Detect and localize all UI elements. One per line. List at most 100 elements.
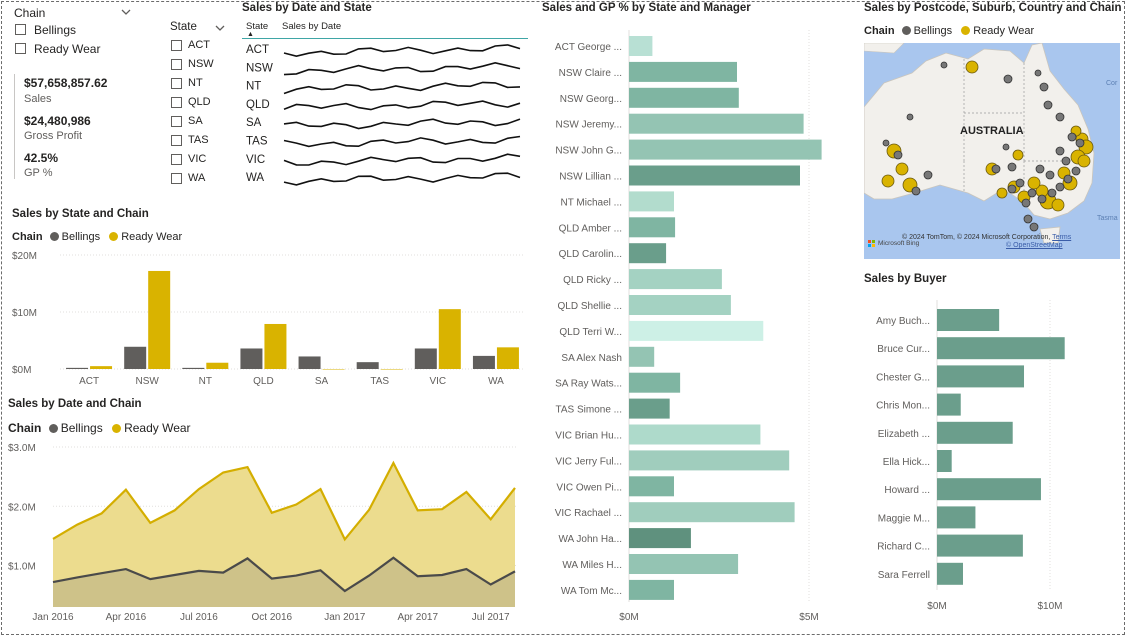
map-point-bellings[interactable] <box>1034 69 1042 77</box>
map-point-bellings[interactable] <box>1045 170 1055 180</box>
map-point-bellings[interactable] <box>1055 182 1065 192</box>
manager-bar[interactable] <box>629 424 761 445</box>
map-point-readywear[interactable] <box>965 60 979 74</box>
map-point-bellings[interactable] <box>1067 132 1077 142</box>
legend-bellings[interactable]: Bellings <box>914 25 953 37</box>
buyer-bar[interactable] <box>937 534 1023 557</box>
buyer-bar[interactable] <box>937 506 976 529</box>
manager-bar[interactable] <box>629 476 674 497</box>
map-point-readywear[interactable] <box>881 174 895 188</box>
map-canvas[interactable] <box>864 43 1120 259</box>
bar-tas-readywear[interactable] <box>380 369 403 370</box>
map-view[interactable]: AUSTRALIA Cor Tasma Microsoft Bing © 202… <box>864 43 1120 259</box>
manager-bar[interactable] <box>629 139 822 160</box>
bar-nt-readywear[interactable] <box>206 362 229 369</box>
map-terms-link[interactable]: Terms <box>1052 234 1071 241</box>
bar-vic-readywear[interactable] <box>438 309 461 369</box>
buyer-bar[interactable] <box>937 478 1041 501</box>
map-point-bellings[interactable] <box>1055 112 1065 122</box>
bar-nsw-bellings[interactable] <box>124 346 147 369</box>
chevron-down-icon[interactable] <box>120 5 132 23</box>
bar-wa-bellings[interactable] <box>472 355 495 369</box>
state-option-sa[interactable]: SA <box>188 115 203 127</box>
manager-bar[interactable] <box>629 36 653 56</box>
map-point-bellings[interactable] <box>1075 138 1085 148</box>
manager-bar[interactable] <box>629 295 731 315</box>
manager-bar[interactable] <box>629 269 722 290</box>
buyer-bar[interactable] <box>937 393 961 416</box>
state-option-vic[interactable]: VIC <box>188 153 206 165</box>
map-point-bellings[interactable] <box>1043 100 1053 110</box>
bar-qld-bellings[interactable] <box>240 348 263 369</box>
bar-act-bellings[interactable] <box>66 367 89 369</box>
state-checkbox-nt[interactable] <box>171 78 182 89</box>
manager-bar[interactable] <box>629 87 739 108</box>
state-checkbox-tas[interactable] <box>171 135 182 146</box>
manager-bar[interactable] <box>629 450 790 471</box>
legend-readywear[interactable]: Ready Wear <box>121 231 182 243</box>
map-point-bellings[interactable] <box>1003 74 1013 84</box>
map-point-bellings[interactable] <box>1007 184 1017 194</box>
map-point-bellings[interactable] <box>923 170 933 180</box>
bar-tas-bellings[interactable] <box>356 362 379 369</box>
map-point-bellings[interactable] <box>991 164 1001 174</box>
chain-option-readywear[interactable]: Ready Wear <box>34 42 100 56</box>
bar-act-readywear[interactable] <box>90 366 113 369</box>
map-point-bellings[interactable] <box>1007 162 1017 172</box>
bar-sa-readywear[interactable] <box>322 369 345 370</box>
map-point-readywear[interactable] <box>1012 149 1024 161</box>
manager-bar[interactable] <box>629 61 737 82</box>
map-point-bellings[interactable] <box>1037 194 1047 204</box>
state-option-nsw[interactable]: NSW <box>188 58 214 70</box>
state-option-nt[interactable]: NT <box>188 77 203 89</box>
legend-readywear[interactable]: Ready Wear <box>973 25 1034 37</box>
buyer-bar[interactable] <box>937 450 952 472</box>
state-checkbox-vic[interactable] <box>171 154 182 165</box>
manager-bar[interactable] <box>629 113 804 134</box>
buyer-bar[interactable] <box>937 337 1065 360</box>
manager-bar[interactable] <box>629 398 670 419</box>
map-point-readywear[interactable] <box>1077 154 1091 168</box>
map-point-bellings[interactable] <box>893 150 903 160</box>
legend-readywear[interactable]: Ready Wear <box>124 421 190 435</box>
map-point-bellings[interactable] <box>1015 178 1025 188</box>
buyer-bar[interactable] <box>937 309 1000 331</box>
buyer-bar[interactable] <box>937 562 963 585</box>
manager-bar[interactable] <box>629 502 795 523</box>
state-option-qld[interactable]: QLD <box>188 96 211 108</box>
buyer-bar[interactable] <box>937 421 1013 444</box>
bar-nt-bellings[interactable] <box>182 367 205 369</box>
map-point-bellings[interactable] <box>1047 188 1057 198</box>
state-option-tas[interactable]: TAS <box>188 134 209 146</box>
map-point-bellings[interactable] <box>1055 146 1065 156</box>
manager-bar[interactable] <box>629 554 739 574</box>
map-point-bellings[interactable] <box>940 61 948 69</box>
legend-bellings[interactable]: Bellings <box>61 421 103 435</box>
state-checkbox-qld[interactable] <box>171 97 182 108</box>
bar-wa-readywear[interactable] <box>496 347 519 369</box>
map-point-bellings[interactable] <box>882 139 890 147</box>
manager-bar[interactable] <box>629 243 667 264</box>
buyer-bar[interactable] <box>937 365 1025 388</box>
state-checkbox-act[interactable] <box>171 40 182 51</box>
manager-bar[interactable] <box>629 165 800 186</box>
manager-bar[interactable] <box>629 528 691 549</box>
chevron-down-icon[interactable] <box>214 21 226 39</box>
manager-bar[interactable] <box>629 320 764 341</box>
map-point-bellings[interactable] <box>1039 82 1049 92</box>
bar-nsw-readywear[interactable] <box>148 270 171 369</box>
map-point-bellings[interactable] <box>1061 156 1071 166</box>
manager-bar[interactable] <box>629 191 674 212</box>
map-point-bellings[interactable] <box>1021 198 1031 208</box>
chain-checkbox-readywear[interactable] <box>15 43 26 54</box>
state-checkbox-wa[interactable] <box>171 173 182 184</box>
bar-qld-readywear[interactable] <box>264 323 287 369</box>
map-point-readywear[interactable] <box>996 187 1008 199</box>
bar-sa-bellings[interactable] <box>298 356 321 369</box>
manager-bar[interactable] <box>629 579 674 600</box>
map-osm-link[interactable]: © OpenStreetMap <box>1006 242 1063 249</box>
map-point-readywear[interactable] <box>1027 176 1041 190</box>
map-point-bellings[interactable] <box>1002 143 1010 151</box>
manager-bar[interactable] <box>629 217 676 238</box>
bar-vic-bellings[interactable] <box>414 348 437 369</box>
